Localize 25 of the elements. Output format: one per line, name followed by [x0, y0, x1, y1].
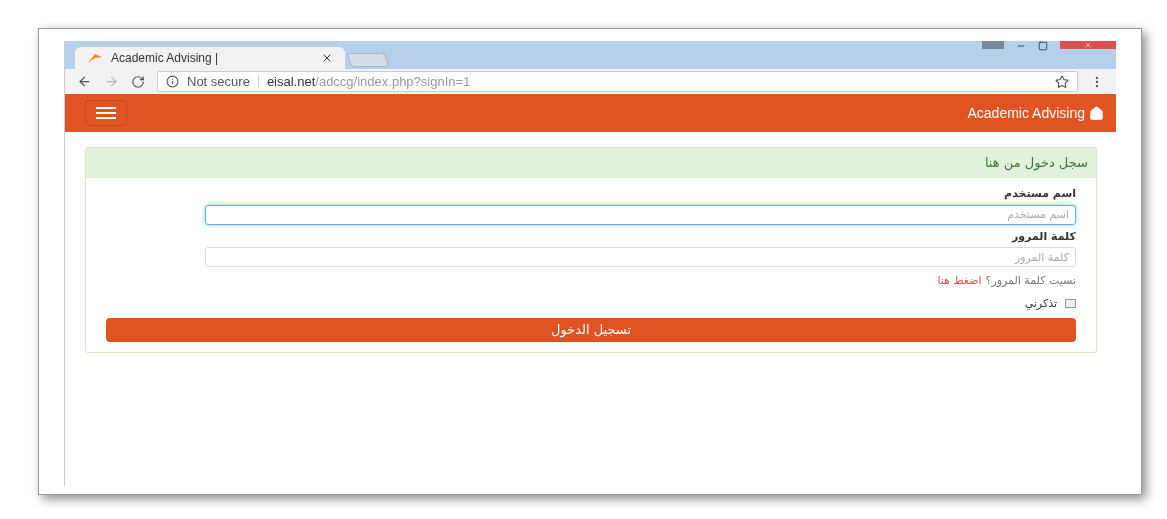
reload-icon[interactable]	[131, 74, 145, 89]
menu-button[interactable]	[85, 100, 127, 126]
panel-heading: سجل دخول من هنا	[984, 154, 1088, 173]
maximize-icon[interactable]	[1038, 41, 1048, 51]
tab-title: Academic Advising |	[111, 50, 220, 67]
security-label: Not secure	[187, 72, 250, 91]
login-button[interactable]: تسجيل الدخول	[106, 318, 1076, 342]
field-label: كلمة المرور	[1010, 228, 1076, 245]
home-icon[interactable]	[1089, 105, 1104, 121]
back-icon[interactable]	[77, 74, 92, 89]
bookmark-star-icon[interactable]	[1055, 74, 1069, 89]
field-label: اسم مستخدم	[1003, 186, 1076, 202]
click-here-link[interactable]: اضغط هنا	[937, 273, 982, 290]
close-icon[interactable]	[321, 52, 333, 64]
info-icon	[166, 75, 179, 88]
url-text: eisal.net/adccg/index.php?signIn=1	[266, 72, 471, 91]
logo-icon	[87, 52, 103, 64]
brand-link[interactable]: Academic Advising	[967, 102, 1085, 124]
close-icon	[1084, 41, 1092, 49]
address-bar[interactable]: Not secure eisal.net/adccg/index.php?signIn=1	[157, 71, 1078, 92]
forgot-password-text: نسيت كلمة المرور؟	[985, 273, 1076, 289]
remember-label: تذكرني	[1024, 295, 1057, 312]
remember-checkbox[interactable]	[1065, 299, 1076, 309]
input-field[interactable]: اسم مستخدم	[205, 204, 1076, 225]
browser-tab[interactable]: Academic Advising |	[75, 47, 345, 69]
